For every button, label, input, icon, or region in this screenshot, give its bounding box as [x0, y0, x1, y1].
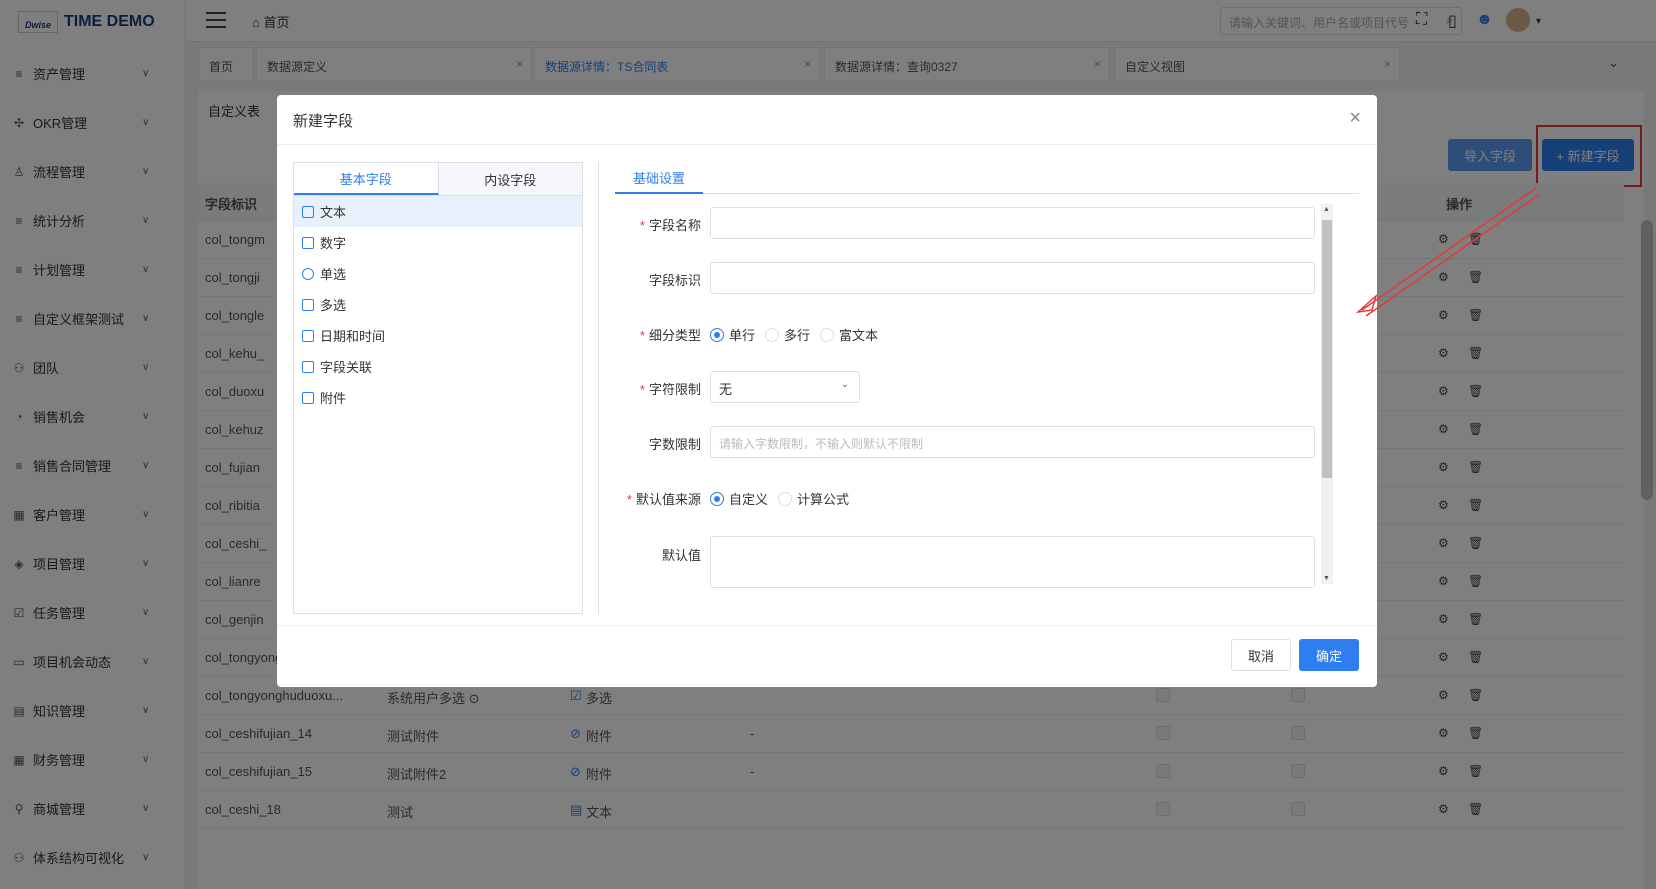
label-text: 细分类型 [648, 328, 701, 343]
scroll-up-icon[interactable]: ▲ [1323, 206, 1330, 213]
count-limit-input[interactable]: 请输入字数限制，不输入则默认不限制 [710, 426, 1315, 458]
field-type-panel: 基本字段 内设字段 文本数字单选多选日期和时间字段关联附件 [293, 162, 583, 614]
field-type-label: 多选 [320, 298, 347, 313]
field-type-item[interactable]: 字段关联 [294, 351, 582, 382]
default-value-label: 默认值 [661, 548, 701, 563]
default-source-radio-group: 自定义 计算公式 [710, 489, 859, 508]
label-text: 字段名称 [648, 218, 701, 233]
field-type-item[interactable]: 数字 [294, 227, 582, 258]
dialog-title: 新建字段 [293, 113, 354, 130]
subtype-radio-group: 单行 多行 富文本 [710, 325, 888, 344]
select-value: 无 [719, 382, 733, 397]
field-type-icon [302, 267, 314, 280]
radio-dot [765, 327, 780, 342]
field-type-item[interactable]: 日期和时间 [294, 320, 582, 351]
cancel-button[interactable]: 取消 [1231, 639, 1291, 671]
radio-multi-line[interactable]: 多行 [765, 325, 810, 344]
label-text: 默认值来源 [635, 492, 701, 507]
default-source-label: * 默认值来源 [615, 489, 701, 508]
radio-label: 计算公式 [797, 492, 850, 507]
field-type-label: 日期和时间 [320, 329, 386, 344]
field-type-label: 字段关联 [320, 360, 373, 375]
radio-dot [710, 327, 724, 342]
dialog-footer: 取消 确定 [277, 625, 1377, 687]
char-limit-select[interactable]: 无 ⌄ [710, 371, 860, 403]
settings-tabs: 基础设置 [615, 162, 1359, 194]
field-type-icon [302, 391, 314, 404]
default-value-textarea[interactable] [710, 536, 1315, 588]
field-name-input[interactable] [710, 207, 1315, 239]
dialog-scrollbar[interactable]: ▲ ▼ [1321, 204, 1333, 584]
required-mark: * [639, 218, 645, 233]
scroll-thumb[interactable] [1322, 220, 1332, 478]
radio-dot [820, 327, 835, 342]
subtype-label: * 细分类型 [615, 325, 701, 344]
radio-dot [710, 491, 724, 506]
tab-builtin-fields[interactable]: 内设字段 [438, 163, 582, 195]
tab-basic-fields[interactable]: 基本字段 [294, 163, 439, 195]
radio-dot [778, 491, 793, 506]
field-name-label: * 字段名称 [615, 215, 701, 234]
confirm-button[interactable]: 确定 [1299, 639, 1359, 671]
field-type-label: 数字 [320, 236, 347, 251]
field-type-tabs: 基本字段 内设字段 [294, 163, 582, 196]
field-type-list: 文本数字单选多选日期和时间字段关联附件 [294, 196, 582, 413]
dialog-header: 新建字段 × [277, 95, 1377, 145]
radio-formula[interactable]: 计算公式 [778, 489, 849, 508]
field-type-icon [302, 360, 314, 373]
field-type-item[interactable]: 多选 [294, 289, 582, 320]
field-type-item[interactable]: 附件 [294, 382, 582, 413]
field-id-label: 字段标识 [648, 273, 701, 288]
radio-custom[interactable]: 自定义 [710, 489, 768, 508]
radio-label: 富文本 [839, 328, 879, 343]
radio-label: 自定义 [729, 492, 769, 507]
new-field-dialog: 新建字段 × 基本字段 内设字段 文本数字单选多选日期和时间字段关联附件 基础设… [277, 95, 1377, 687]
field-type-item[interactable]: 文本 [294, 196, 582, 227]
radio-label: 多行 [784, 328, 811, 343]
input-placeholder: 请输入字数限制，不输入则默认不限制 [719, 437, 924, 451]
field-type-label: 文本 [320, 205, 347, 220]
field-type-icon [302, 298, 314, 311]
field-type-icon [302, 205, 314, 218]
field-id-input[interactable] [710, 262, 1315, 294]
label-text: 字符限制 [648, 382, 701, 397]
required-mark: * [639, 382, 645, 397]
chevron-down-icon: ⌄ [840, 379, 849, 390]
panel-divider [598, 162, 599, 614]
field-form: * 字段名称 字段标识 * 细分类型 单行 多行 富文本 * 字符限制 无 ⌄ 字数限制… [615, 207, 1315, 611]
char-limit-label: * 字符限制 [615, 379, 701, 398]
count-limit-label: 字数限制 [648, 437, 701, 452]
radio-label: 单行 [729, 328, 756, 343]
radio-single-line[interactable]: 单行 [710, 325, 755, 344]
field-type-label: 附件 [320, 391, 347, 406]
required-mark: * [626, 492, 632, 507]
required-mark: * [639, 328, 645, 343]
field-type-icon [302, 236, 314, 249]
field-type-icon [302, 329, 314, 342]
scroll-down-icon[interactable]: ▼ [1323, 575, 1330, 582]
close-icon[interactable]: × [1349, 107, 1361, 130]
tab-basic-settings[interactable]: 基础设置 [615, 162, 703, 194]
field-type-label: 单选 [320, 267, 347, 282]
radio-rich-text[interactable]: 富文本 [820, 325, 878, 344]
field-type-item[interactable]: 单选 [294, 258, 582, 289]
